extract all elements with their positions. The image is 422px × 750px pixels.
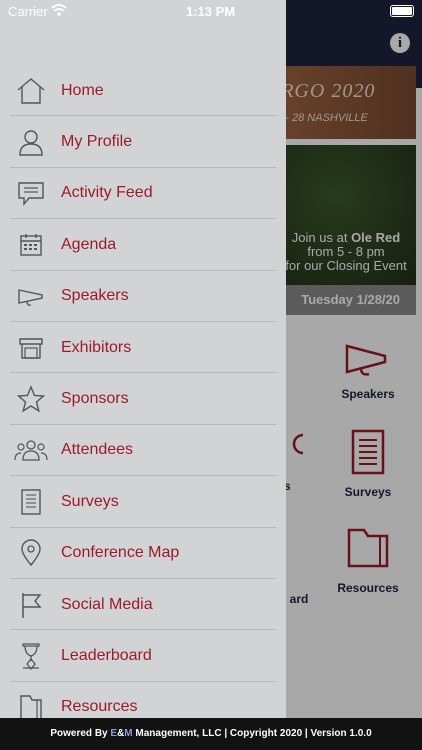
- clock: 1:13 PM: [186, 4, 236, 19]
- status-bar: Carrier 1:13 PM: [0, 0, 422, 24]
- megaphone-icon: [14, 279, 48, 313]
- group-icon: [14, 433, 48, 467]
- menu-item-home[interactable]: Home: [0, 65, 286, 117]
- menu-item-agenda[interactable]: Agenda: [0, 219, 286, 271]
- side-drawer: Home My Profile Activity Feed Agenda Spe: [0, 0, 286, 718]
- menu-label: Conference Map: [61, 544, 180, 562]
- chat-icon: [14, 176, 48, 210]
- menu-item-leaderboard[interactable]: Leaderboard: [0, 630, 286, 683]
- trophy-icon: [14, 639, 48, 673]
- menu-item-attendees[interactable]: Attendees: [0, 425, 286, 477]
- menu-label: Exhibitors: [61, 338, 132, 356]
- menu-item-conference-map[interactable]: Conference Map: [0, 528, 286, 580]
- menu-label: Home: [61, 81, 104, 99]
- menu-item-sponsors[interactable]: Sponsors: [0, 373, 286, 426]
- home-icon: [14, 74, 48, 108]
- map-pin-icon: [14, 536, 48, 570]
- footer-bar: Powered By E&M Management, LLC | Copyrig…: [0, 718, 422, 750]
- booth-icon: [14, 331, 48, 365]
- menu-item-resources[interactable]: Resources: [0, 682, 286, 718]
- menu-label: Activity Feed: [61, 184, 153, 202]
- menu-item-surveys[interactable]: Surveys: [0, 476, 286, 528]
- menu-label: Surveys: [61, 492, 119, 510]
- drawer-menu: Home My Profile Activity Feed Agenda Spe: [0, 65, 286, 718]
- user-icon: [14, 125, 48, 159]
- menu-item-activity-feed[interactable]: Activity Feed: [0, 168, 286, 220]
- battery-icon: [390, 5, 414, 17]
- menu-label: Leaderboard: [61, 646, 152, 664]
- footer-prefix: Powered By: [50, 728, 111, 739]
- calendar-icon: [14, 228, 48, 262]
- menu-item-exhibitors[interactable]: Exhibitors: [0, 322, 286, 374]
- menu-item-my-profile[interactable]: My Profile: [0, 116, 286, 169]
- menu-label: Attendees: [61, 441, 134, 459]
- menu-item-social-media[interactable]: Social Media: [0, 579, 286, 631]
- flag-icon: [14, 588, 48, 622]
- menu-label: Speakers: [61, 287, 129, 305]
- footer-brand-m: M: [124, 728, 133, 739]
- folder-icon: [14, 690, 48, 718]
- star-icon: [14, 382, 48, 416]
- footer-suffix: Management, LLC | Copyright 2020 | Versi…: [132, 728, 372, 739]
- menu-label: My Profile: [61, 133, 133, 151]
- document-icon: [14, 485, 48, 519]
- carrier-label: Carrier: [8, 4, 48, 19]
- wifi-icon: [51, 4, 67, 16]
- menu-item-speakers[interactable]: Speakers: [0, 271, 286, 323]
- menu-label: Social Media: [61, 595, 153, 613]
- menu-label: Sponsors: [61, 390, 129, 408]
- menu-label: Resources: [61, 698, 138, 716]
- menu-label: Agenda: [61, 235, 117, 253]
